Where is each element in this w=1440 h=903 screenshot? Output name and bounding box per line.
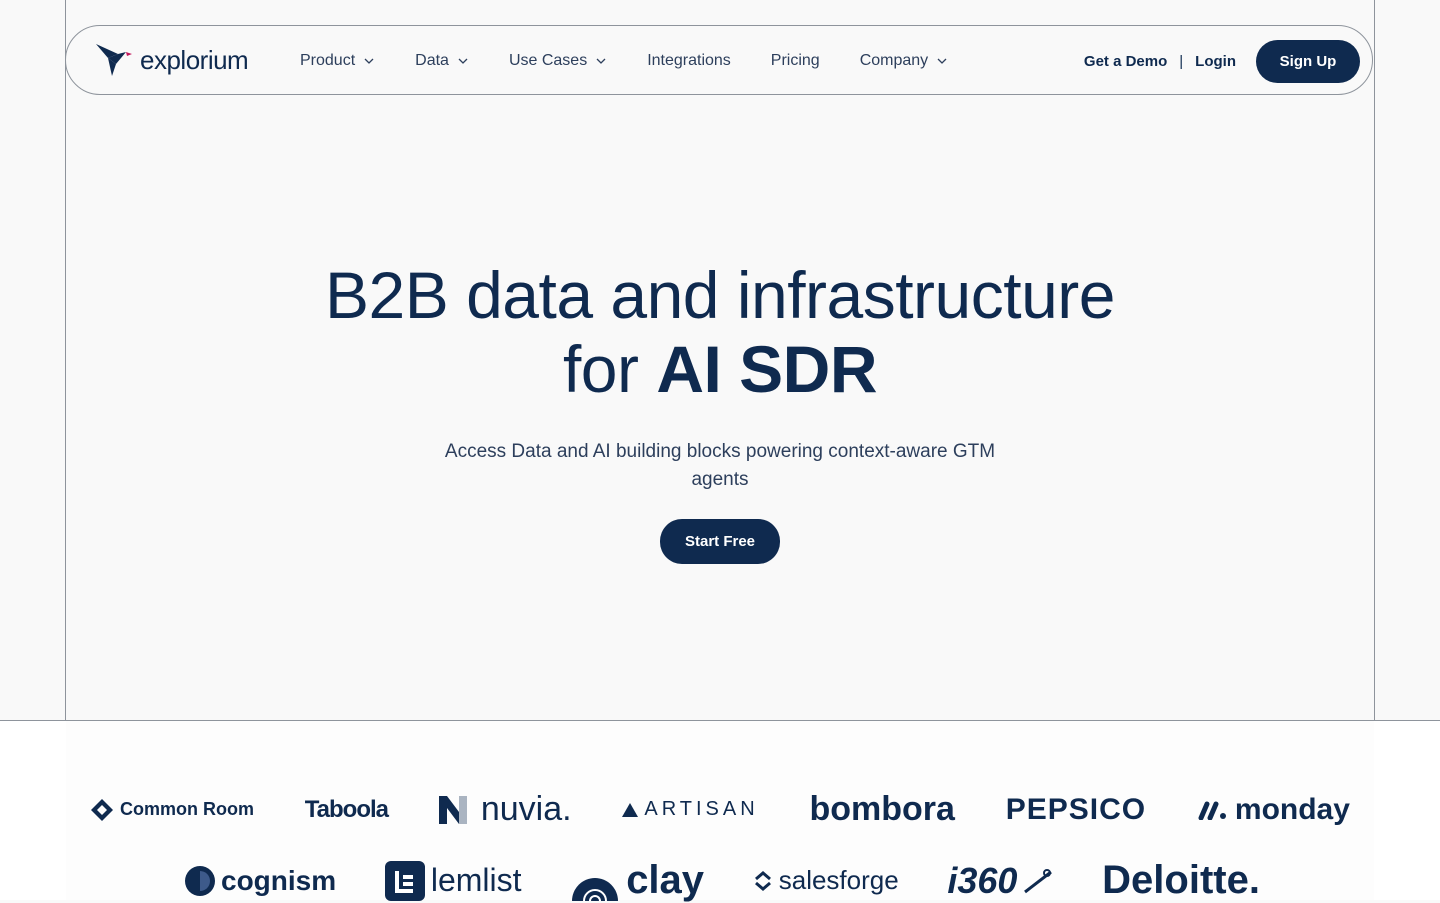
nav-integrations-label: Integrations — [647, 52, 731, 69]
artisan-logo: ARTISAN — [622, 798, 758, 821]
nav-integrations[interactable]: Integrations — [647, 52, 731, 70]
nav-data-label: Data — [415, 52, 449, 69]
get-demo-link[interactable]: Get a Demo — [1084, 53, 1167, 70]
customer-logos-row-2: cognism lemlist clay salesforge i360 Del… — [185, 858, 1260, 903]
bombora-logo-text: bombora — [809, 790, 955, 828]
nuvia-logo: nuvia. — [438, 790, 572, 829]
i360-logo: i360 — [947, 860, 1053, 902]
deloitte-logo-text: Deloitte. — [1102, 858, 1260, 902]
monday-logo-text: monday — [1234, 792, 1350, 826]
sign-up-button[interactable]: Sign Up — [1256, 40, 1360, 83]
hero-heading: B2B data and infrastructure for AI SDR — [0, 258, 1440, 406]
i360-orbit-icon — [1024, 868, 1053, 893]
login-link[interactable]: Login — [1195, 53, 1236, 70]
nav-data[interactable]: Data — [415, 52, 469, 70]
chevron-down-icon — [596, 58, 606, 64]
nuvia-mark-icon — [438, 795, 467, 824]
salesforge-mark-icon — [754, 870, 771, 891]
taboola-logo: Taboola — [304, 795, 389, 824]
main-menu: Product Data Use Cases Integrations Pric… — [300, 26, 988, 96]
header-actions: Get a Demo | Login Sign Up — [1084, 40, 1360, 83]
lemlist-logo: lemlist — [384, 860, 522, 901]
pepsico-logo-text: PEPSICO — [1005, 792, 1147, 826]
clay-logo: clay — [570, 858, 704, 903]
nav-company-label: Company — [859, 52, 929, 69]
hero-section: B2B data and infrastructure for AI SDR A… — [0, 258, 1440, 564]
monday-logo: monday — [1197, 793, 1350, 827]
common-room-mark-icon — [91, 798, 113, 821]
hero-heading-line1: B2B data and infrastructure — [325, 258, 1115, 332]
explorium-logo[interactable]: explorium — [96, 44, 249, 76]
chevron-down-icon — [364, 58, 374, 64]
hero-heading-highlight: AI SDR — [656, 332, 878, 406]
lemlist-logo-text: lemlist — [430, 862, 522, 898]
chevron-down-icon — [937, 58, 947, 64]
nav-company[interactable]: Company — [860, 52, 948, 70]
taboola-logo-text: Taboola — [304, 795, 389, 823]
salesforge-logo: salesforge — [753, 865, 899, 896]
nav-product-label: Product — [300, 52, 356, 69]
section-divider — [0, 720, 1440, 721]
nav-pricing-label: Pricing — [770, 52, 820, 69]
bird-logo-icon — [96, 44, 132, 76]
clay-logo-text: clay — [626, 858, 705, 902]
lemlist-mark-icon — [384, 860, 425, 901]
start-free-button[interactable]: Start Free — [660, 519, 780, 564]
i360-logo-text: i360 — [947, 859, 1018, 901]
common-room-logo: Common Room — [90, 798, 254, 822]
customer-logos-row-1: Common Room Taboola nuvia. ARTISAN bombo… — [90, 790, 1350, 829]
monday-mark-icon — [1198, 801, 1226, 820]
hero-subtitle: Access Data and AI building blocks power… — [444, 441, 996, 490]
nav-product[interactable]: Product — [300, 52, 375, 70]
bombora-logo: bombora — [809, 790, 954, 829]
salesforge-logo-text: salesforge — [778, 865, 899, 895]
pepsico-logo: PEPSICO — [1006, 793, 1146, 827]
cognism-logo: cognism — [185, 865, 336, 897]
nav-use-cases[interactable]: Use Cases — [509, 52, 607, 70]
common-room-logo-text: Common Room — [120, 799, 254, 819]
cognism-mark-icon — [185, 865, 215, 896]
hero-heading-prefix: for — [562, 332, 657, 406]
nav-pricing[interactable]: Pricing — [771, 52, 820, 70]
logo-wordmark: explorium — [140, 44, 249, 75]
nav-use-cases-label: Use Cases — [508, 52, 588, 69]
clay-mark-icon — [572, 877, 619, 901]
chevron-down-icon — [458, 58, 468, 64]
cognism-logo-text: cognism — [221, 864, 337, 896]
nav-separator: | — [1179, 53, 1184, 70]
artisan-mark-icon — [622, 802, 639, 817]
deloitte-logo: Deloitte. — [1102, 858, 1260, 903]
nuvia-logo-text: nuvia. — [480, 790, 572, 828]
artisan-logo-text: ARTISAN — [644, 798, 759, 820]
top-navigation: explorium Product Data Use Cases Integra… — [65, 25, 1373, 95]
